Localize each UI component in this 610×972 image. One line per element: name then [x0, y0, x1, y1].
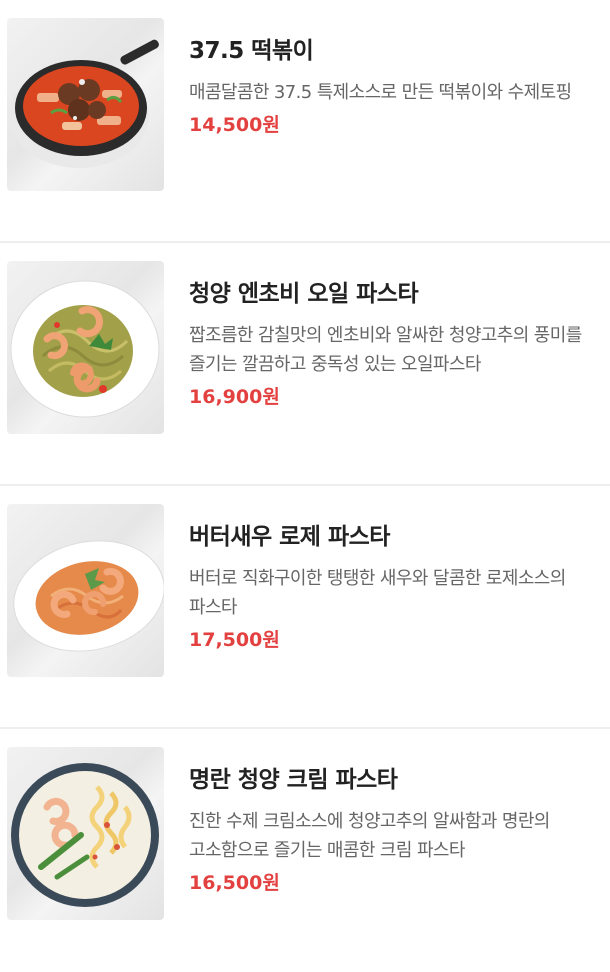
menu-item-info: 명란 청양 크림 파스타 진한 수제 크림소스에 청양고추의 알싸함과 명란의 … — [189, 765, 599, 895]
menu-item-title: 명란 청양 크림 파스타 — [189, 767, 398, 793]
menu-item-title: 버터새우 로제 파스타 — [189, 524, 390, 550]
menu-item-description: 버터로 직화구이한 탱탱한 새우와 달콤한 로제소스의 파스타 — [189, 568, 566, 618]
tteokbokki-image — [9, 39, 159, 168]
anchovy-oil-pasta-photo[interactable] — [7, 261, 164, 434]
menu-item-mentaiko-cream-pasta[interactable]: 명란 청양 크림 파스타 진한 수제 크림소스에 청양고추의 알싸함과 명란의 … — [0, 729, 610, 972]
menu-item-butter-shrimp-rose-pasta[interactable]: 버터새우 로제 파스타 버터로 직화구이한 탱탱한 새우와 달콤한 로제소스의 … — [0, 486, 610, 729]
menu-item-price: 17,500원 — [189, 629, 280, 651]
menu-item-info: 37.5 떡볶이 매콤달콤한 37.5 특제소스로 만든 떡볶이와 수제토핑 1… — [189, 36, 599, 137]
menu-item-anchovy-oil-pasta[interactable]: 청양 엔초비 오일 파스타 짭조름한 감칠맛의 엔초비와 알싸한 청양고추의 풍… — [0, 243, 610, 486]
menu-item-description: 짭조름한 감칠맛의 엔초비와 알싸한 청양고추의 풍미를 즐기는 깔끔하고 중독… — [189, 325, 582, 375]
tteokbokki-photo[interactable] — [7, 18, 164, 191]
menu-item-description: 진한 수제 크림소스에 청양고추의 알싸함과 명란의 고소함으로 즐기는 매콤한… — [189, 811, 550, 861]
anchovy-oil-pasta-image — [10, 280, 160, 418]
menu-item-price: 16,500원 — [189, 872, 280, 894]
menu-list: 37.5 떡볶이 매콤달콤한 37.5 특제소스로 만든 떡볶이와 수제토핑 1… — [0, 0, 610, 972]
menu-item-info: 버터새우 로제 파스타 버터로 직화구이한 탱탱한 새우와 달콤한 로제소스의 … — [189, 522, 599, 652]
menu-item-price: 16,900원 — [189, 386, 280, 408]
menu-item-title: 청양 엔초비 오일 파스타 — [189, 281, 419, 307]
mentaiko-cream-pasta-image — [11, 763, 159, 907]
menu-item-description: 매콤달콤한 37.5 특제소스로 만든 떡볶이와 수제토핑 — [189, 82, 572, 103]
mentaiko-cream-pasta-photo[interactable] — [7, 747, 164, 920]
menu-item-title: 37.5 떡볶이 — [189, 38, 314, 64]
menu-item-price: 14,500원 — [189, 114, 280, 136]
menu-item-tteokbokki[interactable]: 37.5 떡볶이 매콤달콤한 37.5 특제소스로 만든 떡볶이와 수제토핑 1… — [0, 0, 610, 243]
menu-item-info: 청양 엔초비 오일 파스타 짭조름한 감칠맛의 엔초비와 알싸한 청양고추의 풍… — [189, 279, 599, 409]
butter-shrimp-rose-pasta-photo[interactable] — [7, 504, 164, 677]
butter-shrimp-rose-pasta-image — [13, 540, 164, 652]
